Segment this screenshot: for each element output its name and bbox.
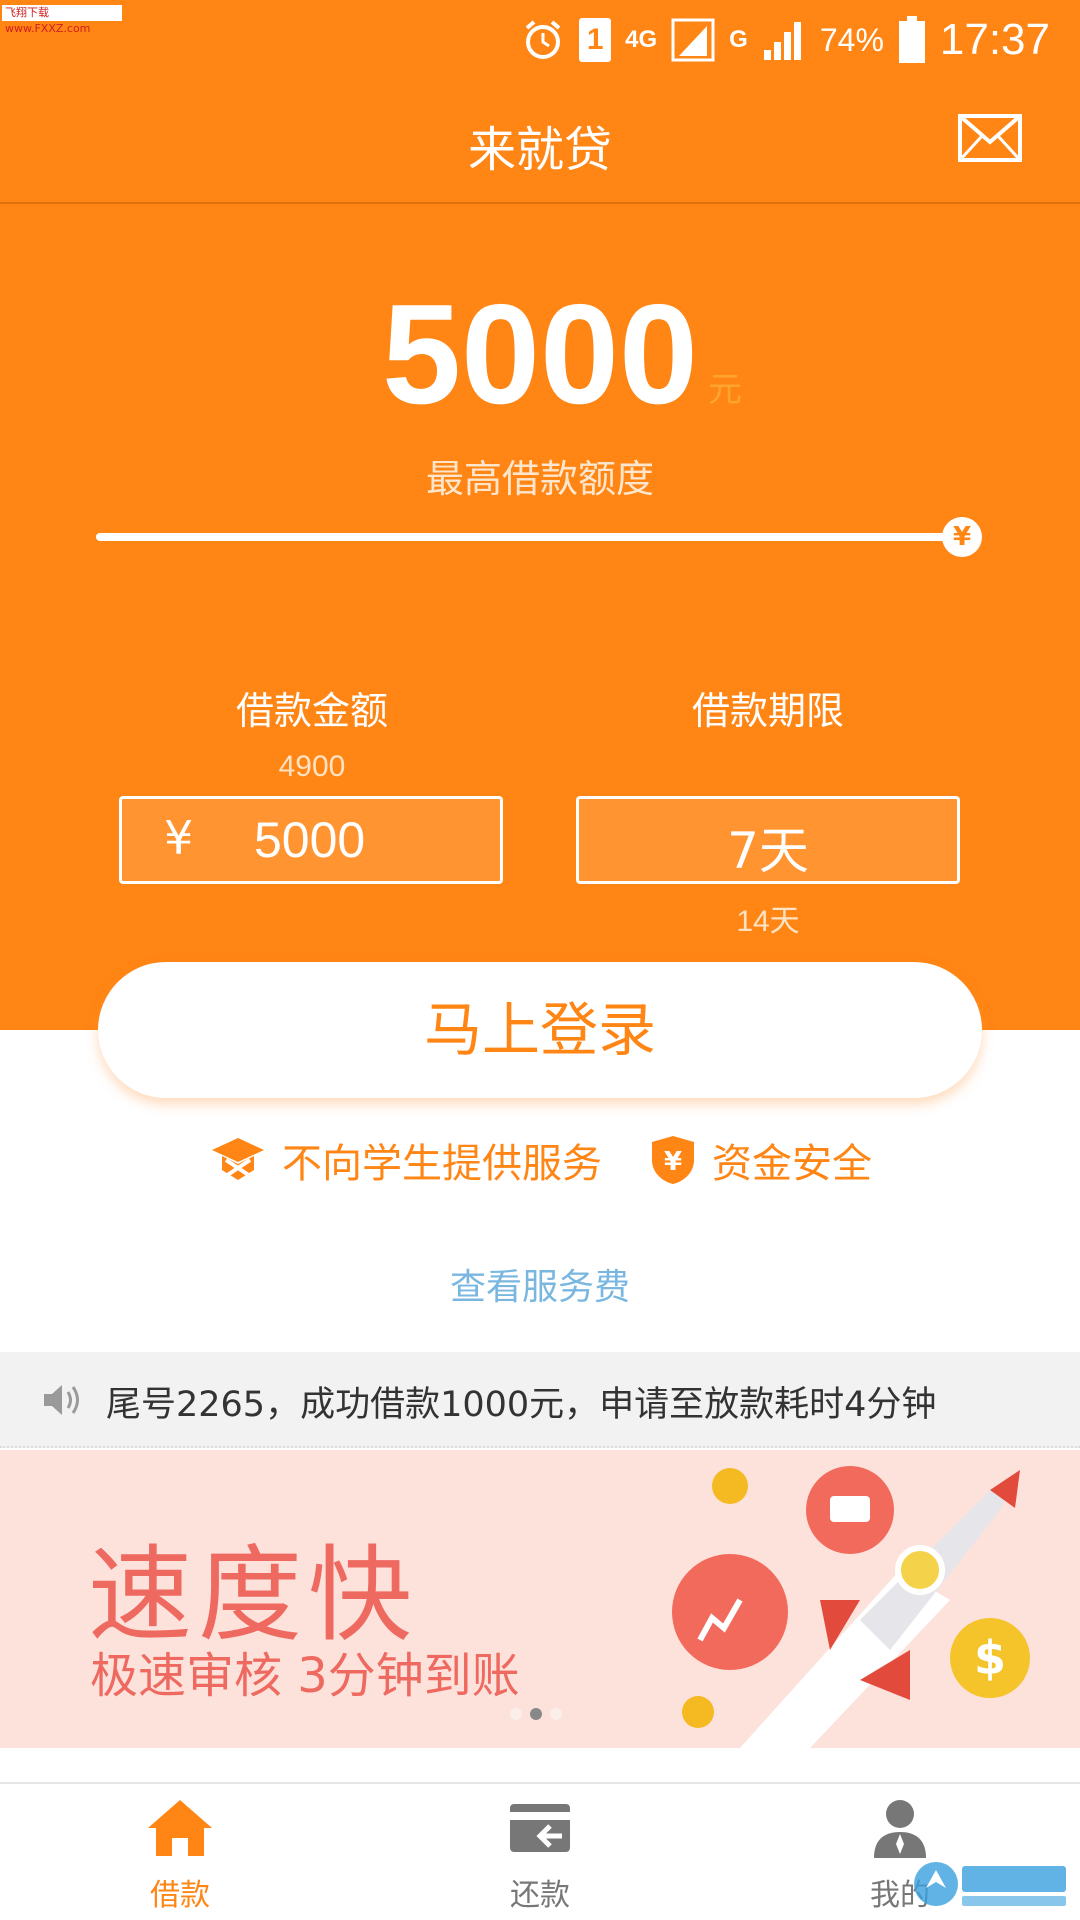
sim-icon: 1 — [579, 18, 612, 62]
tab-label: 还款 — [510, 1878, 570, 1913]
signal-bars-icon — [763, 22, 801, 60]
tab-label: 借款 — [150, 1878, 210, 1913]
tab-repay[interactable]: 还款 — [440, 1796, 640, 1914]
carousel-dot[interactable] — [550, 1708, 562, 1720]
shield-yen-icon: ¥ — [652, 1136, 694, 1184]
carousel-dot[interactable] — [530, 1708, 542, 1720]
view-fee-link[interactable]: 查看服务费 — [0, 1258, 1080, 1310]
user-icon — [874, 1800, 926, 1858]
mail-icon[interactable] — [958, 114, 1022, 162]
battery-percent: 74% — [819, 21, 884, 58]
clock-time: 17:37 — [939, 15, 1050, 64]
page-title: 来就贷 — [467, 122, 612, 178]
watermark-text: 飞翔下载 www.FXXZ.com — [2, 5, 122, 35]
feature-fund-security: ¥ 资金安全 — [650, 1130, 872, 1190]
loan-term-value: 7天 — [727, 822, 809, 880]
svg-text:¥: ¥ — [664, 1147, 682, 1177]
home-icon — [148, 1800, 212, 1856]
login-button[interactable]: 马上登录 — [98, 962, 982, 1098]
network-type-label-2: G — [729, 26, 748, 53]
notice-bar: 尾号2265，成功借款1000元，申请至放款耗时4分钟 — [0, 1352, 1080, 1448]
amount-slider-fill — [96, 533, 964, 541]
loan-amount-value: 5000 — [254, 812, 366, 868]
amount-slider-thumb[interactable]: ¥ — [942, 517, 982, 557]
loan-amount-title: 借款金额 — [235, 689, 388, 733]
tab-loan[interactable]: 借款 — [80, 1796, 280, 1914]
svg-text:$: $ — [974, 1631, 1006, 1685]
loan-term-title: 借款期限 — [691, 689, 844, 733]
max-loan-unit: 元 — [708, 370, 742, 410]
carousel-dots — [510, 1708, 562, 1720]
network-type-label: 4G — [625, 26, 658, 53]
loan-amount-hint: 4900 — [278, 750, 346, 783]
corner-logo-watermark — [914, 1862, 1066, 1906]
graduation-cap-icon — [212, 1138, 264, 1180]
max-loan-label: 最高借款额度 — [425, 457, 654, 501]
rocket-illustration-icon: $ — [672, 1466, 1030, 1748]
loan-amount-field[interactable]: ¥ 5000 — [119, 796, 503, 884]
speaker-icon — [44, 1385, 79, 1415]
loan-term-hint: 14天 — [736, 905, 800, 938]
feature-label: 资金安全 — [712, 1141, 872, 1187]
status-bar: 飞翔下载 www.FXXZ.com 1 4G G 74% 17:37 — [0, 0, 1080, 80]
card-return-icon — [510, 1804, 570, 1852]
app-bar: 来就贷 — [0, 80, 1080, 204]
battery-icon — [898, 16, 925, 63]
loan-term-field[interactable]: 7天 — [576, 796, 960, 884]
banner-subtitle: 极速审核 3分钟到账 — [90, 1648, 520, 1704]
max-loan-amount: 5000 — [382, 275, 698, 434]
carousel-dot[interactable] — [510, 1708, 522, 1720]
feature-label: 不向学生提供服务 — [282, 1141, 602, 1187]
currency-symbol: ¥ — [164, 811, 194, 865]
alarm-icon — [525, 20, 561, 59]
feature-no-students: 不向学生提供服务 — [210, 1130, 602, 1190]
promo-banner[interactable]: 速度快 极速审核 3分钟到账 $ — [0, 1450, 1080, 1748]
notice-text: 尾号2265，成功借款1000元，申请至放款耗时4分钟 — [106, 1385, 937, 1425]
signal-icon — [671, 18, 715, 62]
